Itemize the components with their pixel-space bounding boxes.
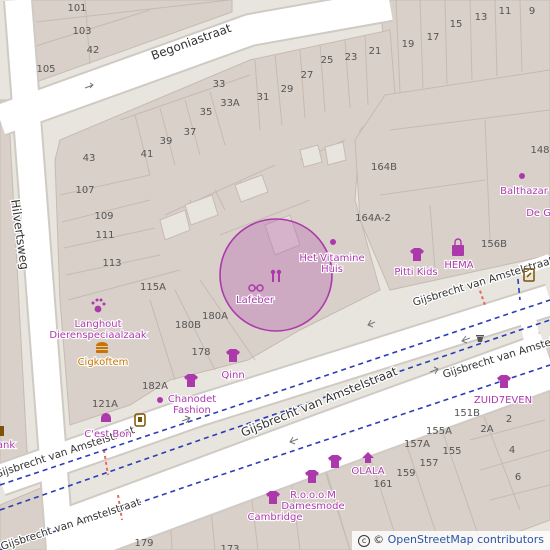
house-number: 33	[213, 79, 226, 90]
house-number: 173	[220, 544, 239, 550]
house-number: 164A-2	[355, 213, 391, 224]
poi-label-hema: HEMA	[444, 260, 473, 271]
poi-label-chanodet: Chanodet Fashion	[168, 394, 216, 416]
house-number: 113	[102, 258, 121, 269]
house-number: 107	[75, 185, 94, 196]
shop-dot-icon[interactable]	[519, 173, 525, 179]
house-number: 19	[402, 39, 415, 50]
house-number: 2	[506, 414, 512, 425]
house-number: 121A	[92, 399, 118, 410]
house-number: 11	[499, 6, 512, 17]
house-number: 42	[87, 45, 100, 56]
house-number: 103	[72, 26, 91, 37]
house-number: 178	[191, 347, 210, 358]
house-number: 41	[141, 149, 154, 160]
attribution-link[interactable]: OpenStreetMap contributors	[388, 533, 544, 546]
attribution: c © OpenStreetMap contributors	[352, 531, 550, 550]
house-number: 111	[95, 230, 114, 241]
poi-label-cigkoftem: Cigkoftem	[78, 357, 129, 368]
house-number: 164B	[371, 162, 397, 173]
house-number: 180B	[175, 320, 201, 331]
house-number: 155A	[426, 426, 452, 437]
house-number: 109	[94, 211, 113, 222]
poi-label-cbon: C'est Bon	[84, 429, 132, 440]
house-number: 182A	[142, 381, 168, 392]
house-number: 23	[345, 52, 358, 63]
house-number: 179	[134, 538, 153, 549]
poi-label-pitti: Pitti Kids	[394, 267, 437, 278]
attribution-prefix: ©	[373, 533, 388, 546]
clothes-icon[interactable]	[184, 374, 198, 387]
house-number: 2A	[480, 424, 493, 435]
house-number: 9	[529, 6, 535, 17]
house-number: 4	[509, 445, 515, 456]
poi-label-olala: OLALA	[351, 466, 384, 477]
shop-dot-icon[interactable]	[330, 239, 336, 245]
house-number: 156B	[481, 239, 507, 250]
house-number: 157	[419, 458, 438, 469]
house-number: 101	[67, 3, 86, 14]
map-canvas[interactable]: Begoniastraat Hilvertsweg Gijsbrecht van…	[0, 0, 550, 550]
house-number: 6	[515, 472, 521, 483]
house-number: 35	[200, 107, 213, 118]
poi-label-degi: De Gi	[526, 208, 550, 219]
house-number: 25	[321, 55, 334, 66]
poi-label-cambridge: Cambridge	[248, 512, 303, 523]
fast-food-icon[interactable]	[96, 342, 108, 353]
poi-label-zuid7even: ZUID7EVEN	[474, 395, 532, 406]
house-number: 151B	[454, 408, 480, 419]
house-number: 105	[36, 64, 55, 75]
poi-label-qinn: Qinn	[221, 370, 244, 381]
house-number: 33A	[220, 98, 240, 109]
house-number: 180A	[202, 311, 228, 322]
house-number: 148	[530, 145, 549, 156]
house-number: 157A	[404, 439, 430, 450]
house-number: 15	[450, 19, 463, 30]
poi-label-roooom: R.o.o.o.M Damesmode	[281, 490, 344, 512]
house-number: 159	[396, 468, 415, 479]
house-number: 21	[369, 46, 382, 57]
house-number: 17	[427, 32, 440, 43]
house-number: 39	[160, 136, 173, 147]
building	[354, 69, 550, 291]
poi-label-lafeber: Lafeber	[236, 295, 275, 306]
map-view[interactable]: Begoniastraat Hilvertsweg Gijsbrecht van…	[0, 0, 550, 550]
house-number: 37	[184, 127, 197, 138]
copyright-icon: c	[358, 535, 371, 547]
house-number: 115A	[140, 282, 166, 293]
house-number: 27	[301, 70, 314, 81]
poi-label-ank: ank	[0, 440, 15, 451]
house-number: 43	[83, 153, 96, 164]
arrow-icon	[367, 319, 376, 328]
house-number: 29	[281, 84, 294, 95]
house-number: 13	[475, 12, 488, 23]
house-number: 161	[373, 479, 392, 490]
house-number: 31	[257, 92, 270, 103]
shop-dot-icon[interactable]	[157, 397, 163, 403]
house-number: 155	[442, 446, 461, 457]
selection-highlight	[219, 218, 333, 332]
poi-label-balthazar: Balthazar	[500, 186, 549, 197]
bank-icon[interactable]	[0, 426, 4, 436]
